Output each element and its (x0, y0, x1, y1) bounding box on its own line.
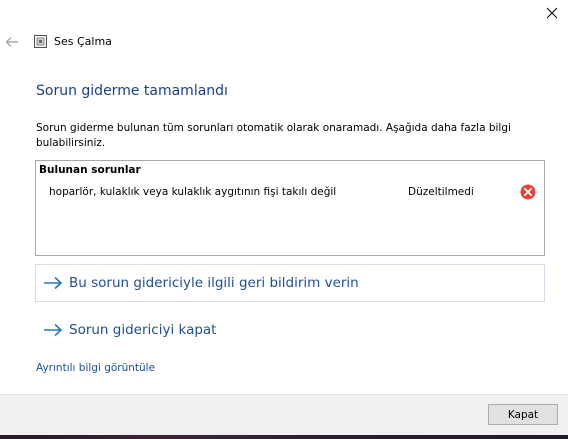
footer-bar: Kapat (0, 394, 568, 439)
close-icon (546, 7, 558, 19)
feedback-link-label: Bu sorun gidericiyle ilgili geri bildiri… (69, 275, 359, 291)
arrow-right-icon (44, 323, 63, 337)
title-bar: Ses Çalma (0, 30, 400, 54)
troubleshooter-app-icon (34, 35, 47, 48)
issue-status: Düzeltilmedi (408, 186, 474, 198)
page-title: Sorun giderme tamamlandı (36, 83, 228, 99)
back-arrow-icon (5, 37, 18, 47)
arrow-right-icon (44, 276, 63, 290)
window-title: Ses Çalma (54, 35, 112, 48)
close-window-button[interactable] (536, 0, 568, 26)
description-text: Sorun giderme bulunan tüm sorunları otom… (36, 122, 511, 149)
kapat-button[interactable]: Kapat (488, 404, 558, 425)
desktop-background-strip (0, 435, 568, 439)
close-troubleshooter-link[interactable]: Sorun gidericiyi kapat (35, 311, 545, 349)
issues-header: Bulunan sorunlar (39, 164, 141, 176)
close-troubleshooter-label: Sorun gidericiyi kapat (69, 322, 217, 338)
error-icon (520, 184, 536, 200)
back-button[interactable] (2, 30, 22, 54)
feedback-link[interactable]: Bu sorun gidericiyle ilgili geri bildiri… (35, 264, 545, 302)
view-details-link[interactable]: Ayrıntılı bilgi görüntüle (36, 362, 155, 374)
troubleshooter-window: Ses Çalma Sorun giderme tamamlandı Sorun… (0, 0, 568, 439)
issue-description: hoparlör, kulaklık veya kulaklık aygıtın… (49, 186, 337, 198)
issues-panel: Bulunan sorunlar hoparlör, kulaklık veya… (35, 160, 545, 256)
